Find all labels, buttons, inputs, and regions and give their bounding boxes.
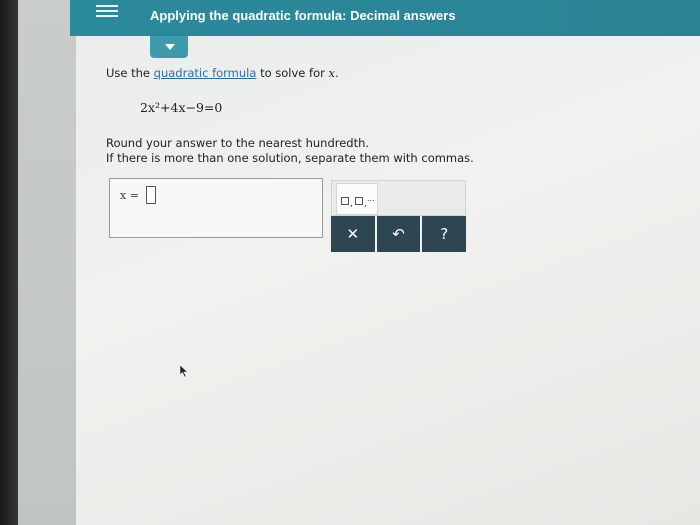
cursor-icon [179, 364, 189, 378]
monitor-bezel [0, 0, 20, 525]
toolbar-template-row: , , ... [331, 180, 466, 216]
toolbar-action-row: ✕ ↶ ? [331, 216, 467, 252]
undo-button[interactable]: ↶ [376, 216, 421, 252]
equation: 2x²+4x−9=0 [140, 100, 223, 115]
list-template-button[interactable]: , , ... [336, 183, 378, 215]
page-title: Applying the quadratic formula: Decimal … [150, 8, 456, 23]
question-instruction: Use the quadratic formula to solve for x… [106, 66, 339, 80]
chevron-down-icon [165, 44, 175, 50]
quadratic-formula-link[interactable]: quadratic formula [154, 66, 257, 80]
placeholder-square-icon [355, 197, 363, 205]
clear-button[interactable]: ✕ [331, 216, 375, 252]
placeholder-square-icon [341, 197, 349, 205]
left-rail [18, 0, 76, 525]
help-icon: ? [440, 225, 449, 243]
close-icon: ✕ [346, 225, 360, 243]
separation-instruction: If there is more than one solution, sepa… [106, 151, 474, 165]
expand-toggle-button[interactable] [150, 36, 188, 58]
browser-screen: Applying the quadratic formula: Decimal … [18, 0, 700, 525]
menu-icon[interactable] [96, 2, 118, 20]
help-button[interactable]: ? [422, 216, 467, 252]
answer-box[interactable]: x = [109, 178, 323, 238]
undo-icon: ↶ [392, 225, 405, 243]
answer-input[interactable] [146, 186, 156, 204]
answer-label: x = [120, 189, 139, 202]
rounding-instruction: Round your answer to the nearest hundred… [106, 136, 370, 150]
math-toolbar: , , ... ✕ ↶ ? [331, 180, 467, 252]
